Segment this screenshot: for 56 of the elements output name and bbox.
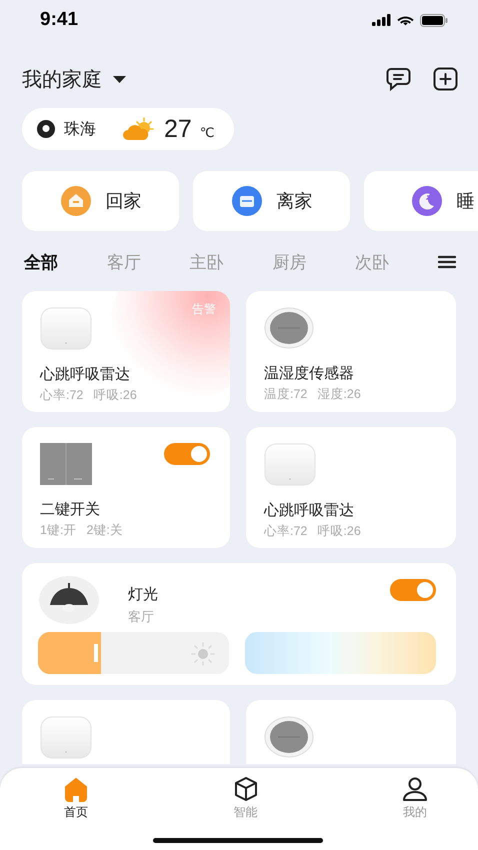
pendant-lamp-icon	[38, 575, 100, 625]
device-card[interactable]	[246, 700, 456, 764]
color-temperature-bar[interactable]	[245, 632, 436, 674]
device-reading: 1键:开	[40, 522, 76, 539]
caret-icon	[112, 74, 127, 84]
device-name: 温湿度传感器	[264, 364, 355, 383]
device-card[interactable]: 告警 心跳呼吸雷达 心率:72 呼吸:26	[22, 291, 230, 412]
scene-button[interactable]: 离家	[193, 171, 350, 231]
device-reading: 呼吸:26	[93, 387, 137, 404]
power-toggle[interactable]	[390, 579, 436, 601]
device-name: 灯光	[128, 585, 158, 604]
clock-time: 9:41	[40, 9, 78, 31]
scene-button[interactable]: 回家	[22, 171, 179, 231]
wall-switch-icon	[40, 443, 92, 485]
device-name: 心跳呼吸雷达	[264, 501, 355, 520]
scene-button[interactable]: 睡	[364, 171, 478, 231]
sun-icon	[191, 642, 215, 666]
radar-hub-icon	[40, 716, 92, 759]
add-icon[interactable]	[433, 67, 458, 91]
temperature: 27	[164, 114, 192, 144]
room-tab[interactable]: 全部	[24, 250, 58, 274]
menu-icon[interactable]	[438, 255, 456, 269]
hygrometer-icon	[264, 307, 314, 349]
power-toggle[interactable]	[164, 443, 210, 465]
temperature-unit: ℃	[200, 125, 214, 141]
device-reading: 心率:72	[264, 523, 308, 540]
message-icon[interactable]	[386, 67, 411, 91]
device-card[interactable]: 二键开关 1键:开 2键:关	[22, 427, 230, 548]
device-name: 二键开关	[40, 500, 101, 519]
device-card[interactable]: 心跳呼吸雷达 心率:72 呼吸:26	[246, 427, 456, 548]
wifi-icon	[397, 14, 414, 26]
battery-icon	[420, 14, 448, 26]
device-name: 心跳呼吸雷达	[40, 365, 131, 384]
radar-hub-icon	[264, 443, 316, 486]
light-card[interactable]: 灯光 客厅	[22, 563, 456, 685]
location-pin-icon	[36, 119, 56, 139]
tab-bar-item[interactable]: 首页	[58, 776, 94, 821]
signal-icon	[372, 14, 391, 26]
home-selector[interactable]: 我的家庭	[22, 66, 127, 92]
brightness-slider[interactable]	[38, 632, 229, 674]
person-icon	[402, 776, 428, 802]
cloud-sun-icon	[122, 116, 156, 142]
home-icon	[63, 776, 89, 802]
home-name: 我的家庭	[22, 68, 102, 92]
device-reading: 温度:72	[264, 386, 308, 403]
hygrometer-icon	[264, 716, 314, 758]
city-name: 珠海	[64, 120, 96, 140]
device-reading: 呼吸:26	[317, 523, 361, 540]
cube-icon	[232, 776, 258, 802]
device-reading: 2键:关	[86, 522, 123, 539]
device-card[interactable]: 温湿度传感器 温度:72 湿度:26	[246, 291, 456, 412]
room-name: 客厅	[128, 608, 155, 626]
device-reading: 湿度:26	[317, 386, 361, 403]
alert-label: 告警	[192, 301, 216, 318]
device-reading: 心率:72	[40, 387, 84, 404]
radar-hub-icon	[40, 307, 92, 350]
